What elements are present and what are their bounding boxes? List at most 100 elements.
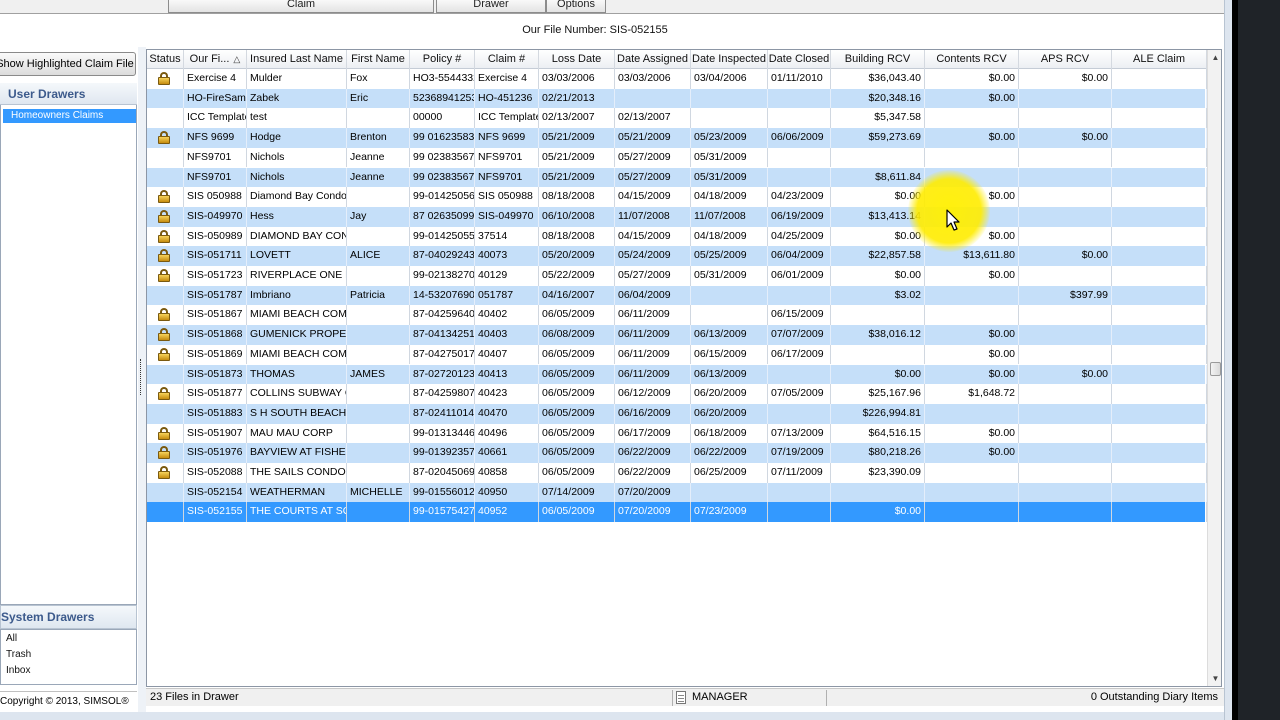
table-cell: DIAMOND BAY CONDO <box>247 226 347 247</box>
user-drawers-header[interactable]: User Drawers <box>0 83 137 105</box>
scroll-thumb[interactable] <box>1210 362 1221 376</box>
table-row[interactable]: SIS 050988 Diamond Bay Condo 99-014250561 S… <box>147 187 1207 207</box>
table-cell: $1,648.72 <box>925 384 1019 404</box>
system-drawer-all[interactable]: All <box>6 633 17 644</box>
table-cell: HO3-5544332 <box>410 69 475 89</box>
column-header[interactable]: Date Inspected <box>691 50 768 69</box>
drawer-item-homeowners-claims[interactable]: Homeowners Claims <box>3 109 136 123</box>
table-row[interactable]: ICC Template test 00000 ICC Template 02/13/2… <box>147 108 1207 129</box>
table-cell <box>1112 187 1207 207</box>
table-cell: SIS-049970 <box>184 206 247 227</box>
column-header[interactable]: Policy # <box>410 50 475 69</box>
table-cell: 06/15/2009 <box>768 305 831 326</box>
show-highlighted-claim-button[interactable]: Show Highlighted Claim File <box>0 52 136 76</box>
table-cell: $0.00 <box>831 364 925 385</box>
table-cell: 87-024110140 <box>410 403 475 424</box>
panel-splitter[interactable] <box>138 47 146 712</box>
table-row[interactable]: NFS 9699 Hodge Brenton 99 016235838 NFS 9699… <box>147 128 1207 148</box>
table-row[interactable]: Exercise 4 Mulder Fox HO3-5544332 Exercise 4… <box>147 69 1207 89</box>
table-row[interactable]: SIS-051976 BAYVIEW AT FISHER 99-013923577 4… <box>147 443 1207 463</box>
table-cell: 40423 <box>475 384 539 404</box>
system-drawer-trash[interactable]: Trash <box>6 649 31 660</box>
table-cell: 05/21/2009 <box>615 128 691 148</box>
column-header[interactable]: Claim # <box>475 50 539 69</box>
table-row[interactable]: SIS-050989DIAMOND BAY CONDO 99-0142505523… <box>147 226 1207 247</box>
system-drawers-header[interactable]: System Drawers <box>0 605 137 629</box>
table-cell <box>347 305 410 326</box>
table-cell: LOVETT <box>247 246 347 266</box>
table-row[interactable]: SIS-051907 MAU MAU CORP 99-013134463 40496 0… <box>147 423 1207 444</box>
table-row[interactable]: HO-FireSampleZabekEric52368941253HO-4512… <box>147 88 1207 109</box>
table-cell: SIS-051873 <box>184 364 247 385</box>
table-cell: 87-041342512 <box>410 325 475 345</box>
column-header-label: Status <box>149 53 181 65</box>
column-header[interactable]: Loss Date <box>539 50 615 69</box>
column-header[interactable]: First Name <box>347 50 410 69</box>
table-cell: test <box>247 108 347 129</box>
table-row[interactable]: SIS-051711 LOVETT ALICE 87-040292431 40073 05… <box>147 246 1207 266</box>
tab-claim[interactable]: Claim <box>168 0 434 13</box>
status-cell <box>147 384 184 404</box>
table-cell: 05/22/2009 <box>539 266 615 286</box>
table-row[interactable]: NFS9701 Nichols Jeanne 99 023835678 NFS9701 0… <box>147 167 1207 188</box>
table-cell: Diamond Bay Condo <box>247 187 347 207</box>
status-cell <box>147 187 184 207</box>
lock-icon <box>158 446 170 460</box>
table-row[interactable]: SIS-051787 Imbriano Patricia 14-532076901 05… <box>147 285 1207 306</box>
table-cell: SIS-050989 <box>184 226 247 247</box>
table-cell: $0.00 <box>1019 246 1112 266</box>
tab-options[interactable]: Options <box>546 0 606 13</box>
table-cell: $0.00 <box>1019 364 1112 385</box>
column-header[interactable]: Insured Last Name <box>247 50 347 69</box>
status-cell <box>147 403 184 424</box>
column-header[interactable]: Building RCV <box>831 50 925 69</box>
column-header[interactable]: APS RCV <box>1019 50 1112 69</box>
current-user: MANAGER <box>692 691 748 703</box>
window-bottom-border <box>0 712 1224 720</box>
column-header[interactable]: Status <box>147 50 184 69</box>
table-cell <box>691 88 768 109</box>
table-row[interactable]: SIS-051723RIVERPLACE ONE HOA 99-021382704… <box>147 266 1207 286</box>
table-row[interactable]: SIS-052155THE COURTS AT SOUTH BEACH 99-01… <box>147 502 1207 523</box>
table-cell: $8,611.84 <box>831 167 925 188</box>
table-row[interactable]: SIS-051883S H SOUTH BEACH LLC 87-02411014… <box>147 403 1207 424</box>
table-cell <box>1019 384 1112 404</box>
vertical-scrollbar[interactable]: ▲ ▼ <box>1207 50 1221 686</box>
status-cell <box>147 325 184 345</box>
table-row[interactable]: SIS-051877COLLINS SUBWAY CORP 87-04259807… <box>147 384 1207 404</box>
table-cell <box>1112 147 1207 168</box>
table-row[interactable]: SIS-051869MIAMI BEACH COMMONS 87-04275017… <box>147 344 1207 365</box>
sort-ascending-icon[interactable]: △ <box>233 54 240 64</box>
column-header[interactable]: ALE Claim <box>1112 50 1207 69</box>
table-cell: WEATHERMAN <box>247 482 347 503</box>
column-header[interactable]: Date Closed <box>768 50 831 69</box>
table-cell: 05/21/2009 <box>539 147 615 168</box>
table-cell: SIS 050988 <box>184 187 247 207</box>
column-header[interactable]: Our Fi... △ <box>184 50 247 69</box>
table-row[interactable]: SIS-049970 Hess Jay 87 026350998 SIS-049970 0… <box>147 206 1207 227</box>
table-row[interactable]: SIS-052154 WEATHERMAN MICHELLE 99-015560122… <box>147 482 1207 503</box>
tab-drawer[interactable]: Drawer <box>436 0 546 13</box>
status-cell <box>147 364 184 385</box>
splitter-grip-icon[interactable] <box>140 359 143 395</box>
table-cell: S H SOUTH BEACH LLC <box>247 403 347 424</box>
table-cell <box>1112 463 1207 483</box>
table-row[interactable]: SIS-051868GUMENICK PROPERTIES 87-04134251… <box>147 325 1207 345</box>
status-cell <box>147 482 184 503</box>
system-drawer-inbox[interactable]: Inbox <box>6 665 30 676</box>
table-row[interactable]: NFS9701 Nichols Jeanne 99 023835678 NFS9701 0… <box>147 147 1207 168</box>
status-cell <box>147 246 184 266</box>
scroll-up-icon[interactable]: ▲ <box>1208 50 1221 65</box>
table-cell: $0.00 <box>1019 128 1112 148</box>
table-row[interactable]: SIS-051867MIAMI BEACH COMMONS 87-04259640… <box>147 305 1207 326</box>
table-cell: 05/31/2009 <box>691 147 768 168</box>
table-cell: 06/05/2009 <box>539 502 615 523</box>
status-cell <box>147 88 184 109</box>
table-row[interactable]: SIS-051873 THOMAS JAMES 87-027201231 40413 06… <box>147 364 1207 385</box>
column-header[interactable]: Date Assigned <box>615 50 691 69</box>
table-row[interactable]: SIS-052088THE SAILS CONDOMINIUM 87-020450… <box>147 463 1207 483</box>
table-cell: 52368941253 <box>410 88 475 109</box>
column-header[interactable]: Contents RCV <box>925 50 1019 69</box>
table-cell <box>347 423 410 444</box>
scroll-down-icon[interactable]: ▼ <box>1208 671 1221 686</box>
